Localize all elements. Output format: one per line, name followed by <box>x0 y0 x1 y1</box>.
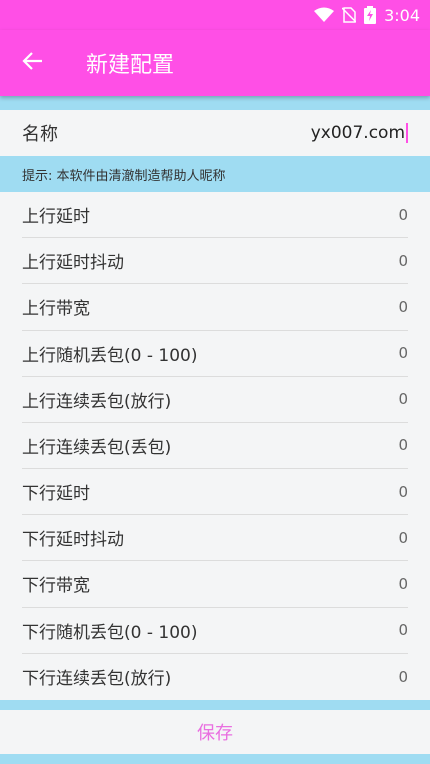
setting-row: 下行带宽 <box>22 561 408 608</box>
setting-label: 上行随机丢包(0 - 100) <box>22 345 198 366</box>
setting-row: 下行延时抖动 <box>22 515 408 562</box>
setting-label: 上行延时抖动 <box>22 253 124 274</box>
setting-value-input[interactable] <box>328 528 408 547</box>
setting-value-input[interactable] <box>328 482 408 501</box>
setting-label: 下行带宽 <box>22 576 90 597</box>
setting-row: 上行带宽 <box>22 284 408 331</box>
arrow-left-icon <box>22 50 44 76</box>
settings-list: 上行延时 上行延时抖动 上行带宽 上行随机丢包(0 - 100) 上行连续丢包(… <box>0 192 430 700</box>
setting-value-input[interactable] <box>328 574 408 593</box>
setting-label: 下行延时 <box>22 484 90 505</box>
setting-value-input[interactable] <box>328 251 408 270</box>
setting-label: 下行连续丢包(放行) <box>22 669 172 690</box>
page-title: 新建配置 <box>86 53 175 78</box>
status-time: 3:04 <box>384 5 420 25</box>
setting-row: 下行延时 <box>22 469 408 516</box>
setting-row: 上行连续丢包(丢包) <box>22 423 408 470</box>
no-sim-icon <box>342 7 357 23</box>
setting-label: 上行连续丢包(放行) <box>22 391 172 412</box>
setting-value-input[interactable] <box>328 390 408 409</box>
save-button[interactable]: 保存 <box>0 710 430 754</box>
status-bar: 3:04 <box>0 0 430 30</box>
name-label: 名称 <box>22 124 58 145</box>
setting-label: 上行连续丢包(丢包) <box>22 437 172 458</box>
setting-label: 下行延时抖动 <box>22 530 124 551</box>
hint-text: 提示: 本软件由清澈制造帮助人昵称 <box>0 156 430 192</box>
setting-row: 上行连续丢包(放行) <box>22 377 408 423</box>
app-bar: 新建配置 <box>0 30 430 96</box>
setting-row: 上行延时 <box>22 192 408 239</box>
setting-row: 下行连续丢包(放行) <box>22 654 408 700</box>
setting-value-input[interactable] <box>328 297 408 316</box>
setting-row: 上行随机丢包(0 - 100) <box>22 331 408 377</box>
setting-value-input[interactable] <box>328 205 408 224</box>
setting-label: 下行随机丢包(0 - 100) <box>22 622 198 643</box>
wifi-icon <box>314 7 335 23</box>
setting-value-input[interactable] <box>328 436 408 455</box>
back-button[interactable] <box>0 30 66 96</box>
setting-label: 上行延时 <box>22 207 90 228</box>
battery-charging-icon <box>364 6 377 24</box>
name-input[interactable] <box>188 123 408 143</box>
setting-value-input[interactable] <box>328 621 408 640</box>
setting-label: 上行带宽 <box>22 299 90 320</box>
setting-row: 下行随机丢包(0 - 100) <box>22 608 408 654</box>
setting-value-input[interactable] <box>328 344 408 363</box>
name-row: 名称 <box>0 110 430 156</box>
setting-row: 上行延时抖动 <box>22 238 408 285</box>
setting-value-input[interactable] <box>328 667 408 686</box>
